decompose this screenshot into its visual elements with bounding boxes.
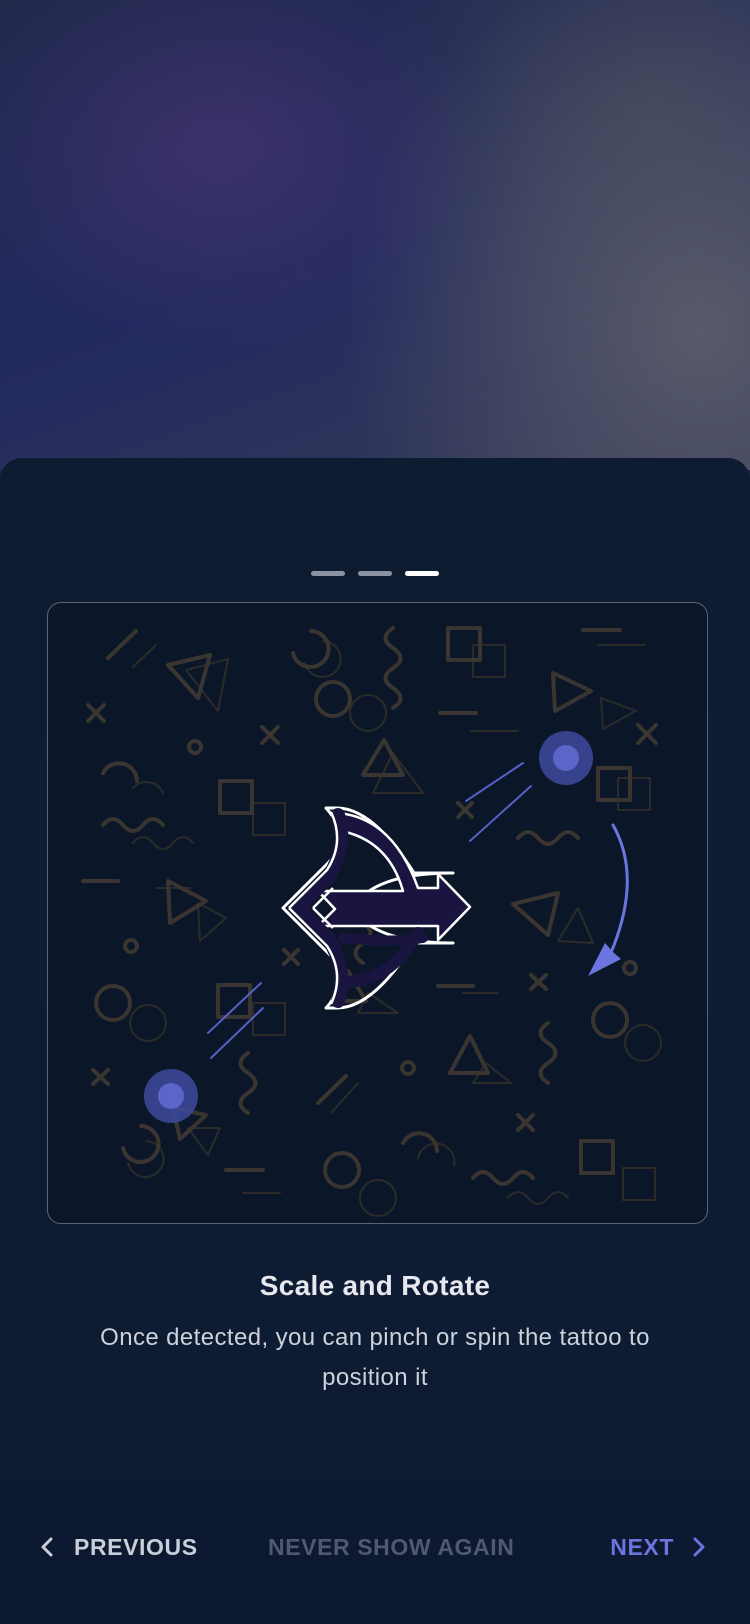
tattoo-symbol-icon bbox=[281, 806, 472, 1010]
touch-point-icon bbox=[144, 1069, 198, 1123]
illustration bbox=[81, 626, 662, 1217]
previous-button[interactable]: PREVIOUS bbox=[36, 1530, 198, 1564]
slide-title: Scale and Rotate bbox=[259, 1270, 491, 1301]
never-show-again-button[interactable]: NEVER SHOW AGAIN bbox=[268, 1530, 514, 1564]
rotate-arrow-icon bbox=[588, 823, 629, 976]
slide-description: Once detected, you can pinch or spin the… bbox=[100, 1324, 650, 1391]
previous-label: PREVIOUS bbox=[74, 1533, 198, 1560]
next-button[interactable]: NEXT bbox=[610, 1530, 710, 1564]
chevron-right-icon bbox=[693, 1537, 705, 1557]
camera-backdrop bbox=[0, 0, 750, 470]
touch-point-icon bbox=[539, 731, 593, 785]
never-show-again-label: NEVER SHOW AGAIN bbox=[268, 1533, 515, 1560]
page-dot-3[interactable] bbox=[405, 571, 439, 576]
page-indicator bbox=[0, 571, 750, 576]
illustration-card bbox=[47, 602, 708, 1224]
page-dot-1[interactable] bbox=[311, 571, 345, 576]
next-label: NEXT bbox=[610, 1533, 674, 1560]
page-dot-2[interactable] bbox=[358, 571, 392, 576]
chevron-left-icon bbox=[41, 1537, 53, 1557]
